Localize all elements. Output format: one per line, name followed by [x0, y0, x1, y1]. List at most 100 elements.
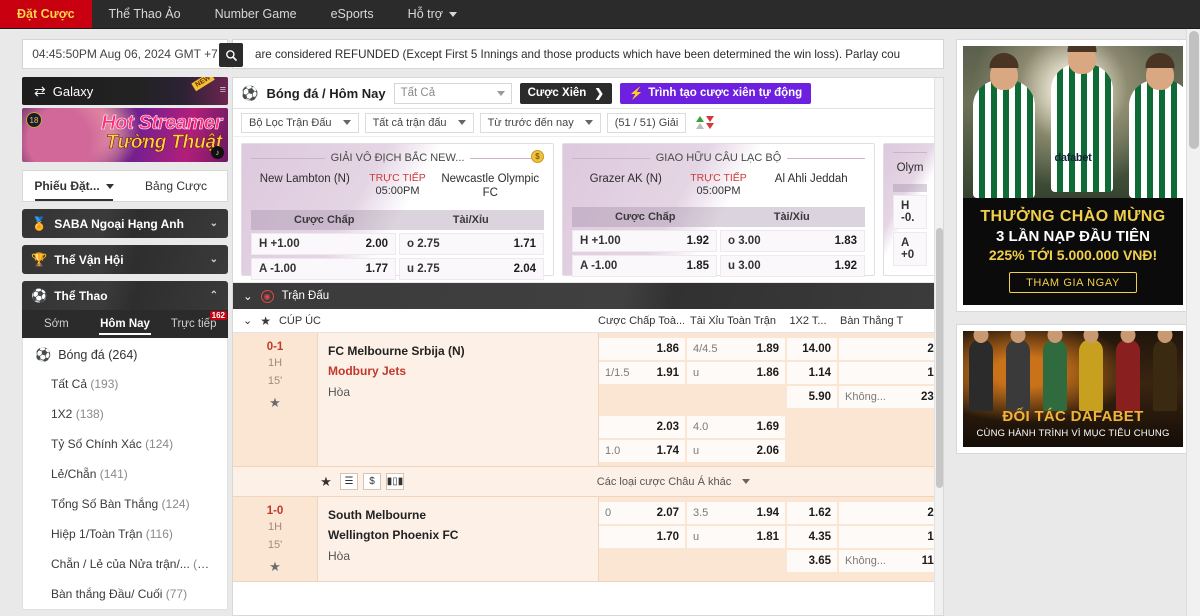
dollar-icon[interactable]: $: [363, 473, 381, 490]
sort-toggle[interactable]: [692, 116, 715, 129]
odds-cell-goals[interactable]: 2.: [839, 502, 943, 524]
odds-cell-goals[interactable]: Không... 23.: [839, 386, 943, 408]
sidebar-group-saba-premier[interactable]: 🏅 SABA Ngoại Hạng Anh ⌄: [22, 209, 228, 238]
chevron-down-icon[interactable]: ⌄: [243, 314, 252, 327]
nav-item-the-thao-ao[interactable]: Thể Thao Ảo: [92, 0, 198, 28]
promo-banner-welcome-bonus[interactable]: dafabet THƯỞNG CHÀO MỪNG 3 LẦN NẠP ĐẦU T…: [956, 39, 1190, 312]
odds-cell-goals[interactable]: Không... 11.: [839, 550, 943, 572]
sport-header-football[interactable]: ⚽ Bóng đá (264): [23, 338, 227, 369]
odds-column-header: ⌄ ★ CÚP ÚC Cược Chấp Toà... Tài Xỉu Toàn…: [233, 309, 943, 333]
nav-item-esports[interactable]: eSports: [314, 0, 391, 28]
filter-match-filter[interactable]: Bộ Lọc Trận Đấu: [241, 112, 359, 133]
nav-item-number-game[interactable]: Number Game: [198, 0, 314, 28]
odds-cell-goals[interactable]: 1.: [839, 362, 943, 384]
market-item-tat-ca[interactable]: Tất Cả (193): [23, 369, 227, 399]
odds-cell-1x2[interactable]: 1.14: [787, 362, 837, 384]
odds-cell-over[interactable]: o 3.00 1.83: [720, 229, 865, 252]
match-section-header[interactable]: ⌄ ◉ Trận Đấu: [233, 283, 943, 309]
odds-cell-over-under[interactable]: u 1.86: [687, 362, 785, 384]
list-icon[interactable]: ☰: [340, 473, 358, 490]
join-now-button[interactable]: THAM GIA NGAY: [1009, 272, 1137, 293]
ou-line: 4.0: [693, 421, 709, 433]
featured-match-card-partial[interactable]: Olym H -0. A +0: [883, 143, 937, 276]
odds-cell-over-under[interactable]: 4/4.5 1.89: [687, 338, 785, 360]
odds-cell-handicap-away[interactable]: A -1.00 1.77: [251, 257, 396, 280]
odds-cell-1x2[interactable]: 14.00: [787, 338, 837, 360]
odds-cell-handicap-home[interactable]: H +1.00 2.00: [251, 232, 396, 255]
odds-cell-over-under[interactable]: u 1.81: [687, 526, 785, 548]
auto-parlay-button[interactable]: ⚡ Trình tạo cược xiên tự động: [619, 82, 812, 104]
subtab-hom-nay[interactable]: Hôm Nay: [91, 310, 160, 338]
odds-cell-handicap-away[interactable]: A -1.00 1.85: [572, 254, 717, 277]
odds-cell-handicap[interactable]: 0 2.07: [599, 502, 685, 524]
filter-time-range[interactable]: Từ trước đến nay: [479, 112, 601, 133]
market-item-tong-so-ban-thang[interactable]: Tổng Số Bàn Thắng (124): [23, 489, 227, 519]
odds-cell-goals[interactable]: 1.: [839, 526, 943, 548]
odds-cell-handicap-away[interactable]: A +0: [893, 232, 927, 267]
star-icon[interactable]: ★: [233, 395, 317, 411]
market-item-chan-le-nua-tran[interactable]: Chẵn / Lẻ của Nửa trận/... (109): [23, 549, 227, 579]
featured-match-card[interactable]: GIAO HỮU CÂU LẠC BỘ Grazer AK (N) TRỰC T…: [562, 143, 875, 277]
odds-cell-handicap[interactable]: 2.03: [599, 416, 685, 438]
match-teams[interactable]: South Melbourne Wellington Phoenix FC Hò…: [317, 497, 598, 581]
market-item-ty-so-chinh-xac[interactable]: Tỷ Số Chính Xác (124): [23, 429, 227, 459]
page-scrollbar-thumb[interactable]: [1189, 31, 1199, 149]
odds-cell-handicap[interactable]: 1.70: [599, 526, 685, 548]
odds-cell-handicap[interactable]: 1.0 1.74: [599, 440, 685, 462]
match-teams[interactable]: FC Melbourne Srbija (N) Modbury Jets Hòa: [317, 333, 598, 466]
subtab-som[interactable]: Sớm: [22, 310, 91, 338]
sidebar-group-olympics[interactable]: 🏆 Thể Vận Hội ⌄: [22, 245, 228, 274]
odds-value: 1.74: [656, 445, 679, 457]
featured-match-card[interactable]: GIẢI VÔ ĐỊCH BẮC NEW... $ New Lambton (N…: [241, 143, 554, 280]
galaxy-banner[interactable]: ⇄ Galaxy NEW ≡: [22, 77, 228, 105]
filter-league-count[interactable]: (51 / 51) Giải: [606, 112, 687, 133]
star-icon[interactable]: ★: [233, 559, 317, 575]
odds-cell-1x2[interactable]: 1.62: [787, 502, 837, 524]
league-row[interactable]: ⌄ ★ CÚP ÚC: [233, 314, 598, 328]
market-label: Lẻ/Chẵn: [51, 467, 97, 481]
odds-cell-over-under[interactable]: 4.0 1.69: [687, 416, 785, 438]
odds-cell-1x2[interactable]: 5.90: [787, 386, 837, 408]
tab-bang-cuoc[interactable]: Bảng Cược: [125, 171, 227, 201]
market-item-hiep1-toan-tran[interactable]: Hiệp 1/Toàn Trận (116): [23, 519, 227, 549]
odds-cell-1x2[interactable]: 3.65: [787, 550, 837, 572]
panel-scrollbar[interactable]: [934, 78, 943, 615]
promo-banner-partners[interactable]: ĐỐI TÁC DAFABET CÙNG HÀNH TRÌNH VÌ MỤC T…: [956, 324, 1190, 454]
star-icon[interactable]: ★: [317, 473, 335, 490]
filter-all-matches[interactable]: Tất cả trận đấu: [364, 112, 474, 133]
odds-cell-goals[interactable]: 2.: [839, 338, 943, 360]
page-scrollbar[interactable]: [1186, 29, 1200, 616]
sidebar-group-sports[interactable]: ⚽ Thể Thao ⌃: [22, 281, 228, 310]
sound-icon[interactable]: ♪: [211, 146, 224, 159]
odds-cell-over[interactable]: o 2.75 1.71: [399, 232, 544, 255]
tab-phieu-dat[interactable]: Phiếu Đặt...: [23, 171, 125, 201]
market-item-le-chan[interactable]: Lẻ/Chẵn (141): [23, 459, 227, 489]
chevron-down-icon: [342, 120, 351, 125]
hot-streamer-banner[interactable]: 18 Hot Streamer Tường Thuật ♪: [22, 108, 228, 162]
odds-cell-under[interactable]: u 3.00 1.92: [720, 254, 865, 277]
menu-dots-icon[interactable]: ≡: [220, 84, 226, 96]
stats-icon[interactable]: ▮▯▮: [386, 473, 404, 490]
search-button[interactable]: [219, 43, 243, 67]
market-item-1x2[interactable]: 1X2 (138): [23, 399, 227, 429]
ticker-line2: ...: [255, 64, 265, 68]
odds-cell-over-under[interactable]: u 2.06: [687, 440, 785, 462]
odds-cell-handicap[interactable]: 1.86: [599, 338, 685, 360]
odds-cell-under[interactable]: u 2.75 2.04: [399, 257, 544, 280]
odds-cell-handicap-home[interactable]: H -0.: [893, 195, 927, 230]
odds-cell-handicap[interactable]: 1/1.5 1.91: [599, 362, 685, 384]
nav-item-dat-cuoc[interactable]: Đặt Cược: [0, 0, 92, 28]
star-icon[interactable]: ★: [260, 314, 271, 328]
odds-cell-empty: [839, 416, 943, 438]
odds-cell-1x2[interactable]: 4.35: [787, 526, 837, 548]
odds-cell-over-under[interactable]: 3.5 1.94: [687, 502, 785, 524]
market-item-ban-thang-dau-cuoi[interactable]: Bàn thắng Đầu/ Cuối (77): [23, 579, 227, 609]
chevron-down-icon[interactable]: ⌄: [243, 289, 253, 303]
odds-cell-handicap-home[interactable]: H +1.00 1.92: [572, 229, 717, 252]
more-asian-bets-button[interactable]: Các loại cược Châu Á khác: [404, 476, 943, 488]
parlay-button[interactable]: Cược Xiên ❯: [519, 82, 612, 104]
league-select[interactable]: Tất Cả: [393, 82, 512, 104]
nav-item-ho-tro[interactable]: Hỗ trợ: [391, 0, 474, 28]
subtab-truc-tiep[interactable]: Trực tiếp 162: [159, 310, 228, 338]
scrollbar-thumb[interactable]: [936, 228, 943, 488]
